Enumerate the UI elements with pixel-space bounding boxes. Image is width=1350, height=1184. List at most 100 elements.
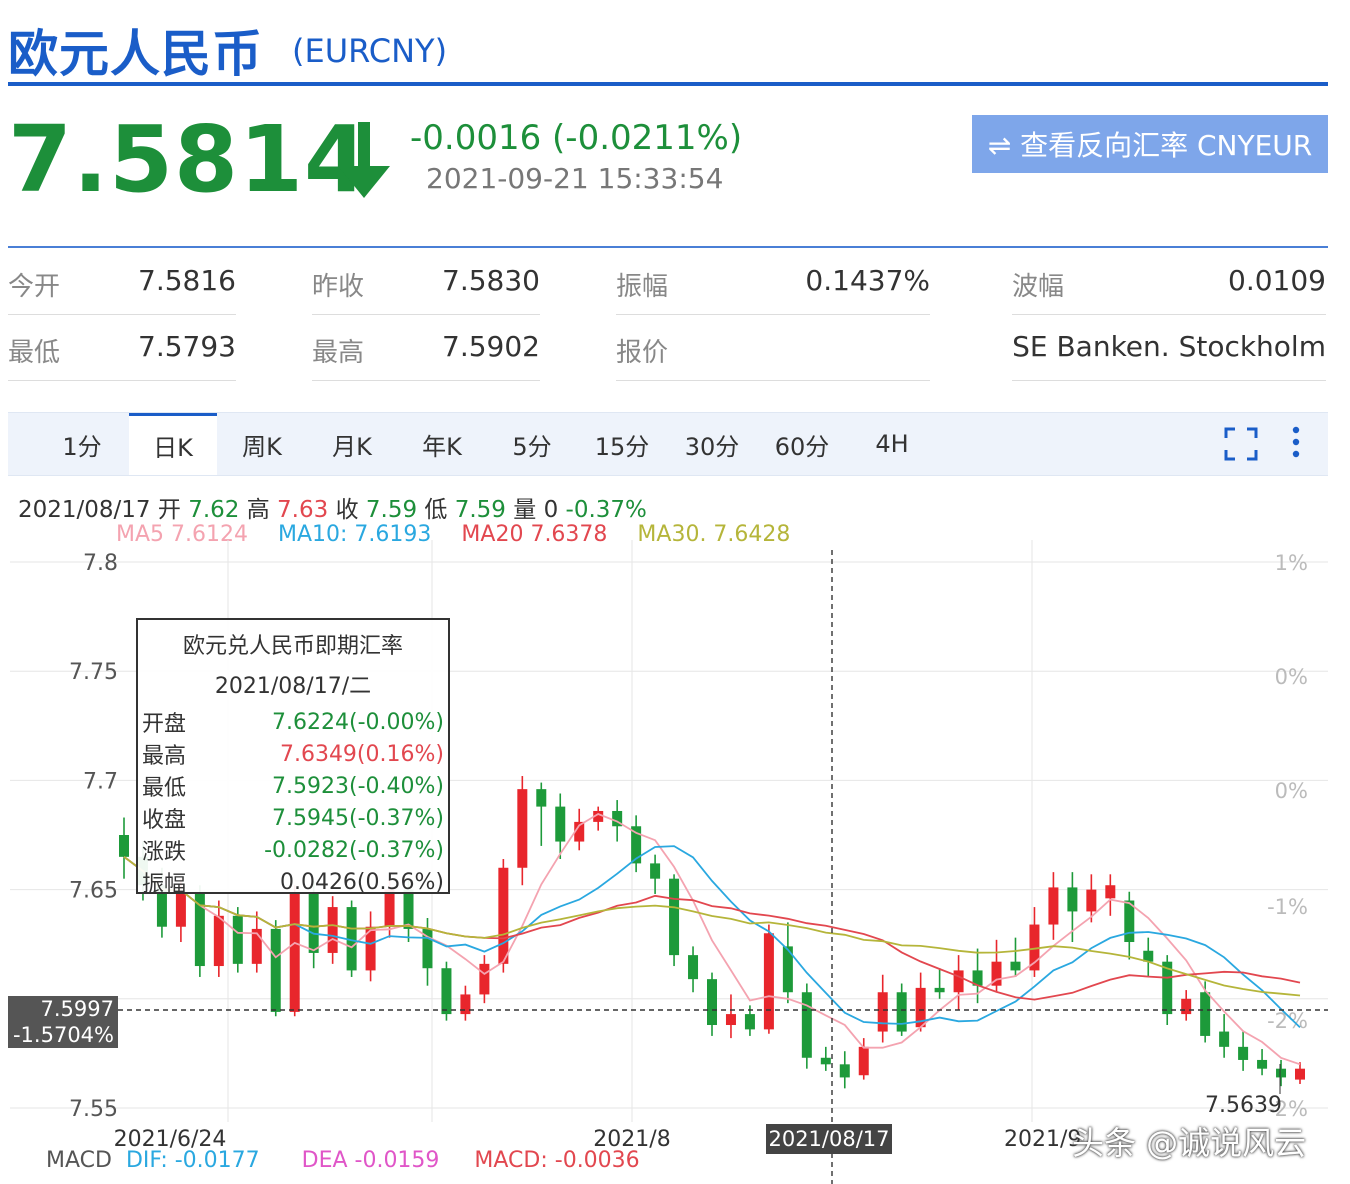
tab-6[interactable]: 15分 xyxy=(578,413,666,475)
candle-body xyxy=(1067,887,1078,912)
open-value: 7.62 xyxy=(188,497,240,523)
tooltip-row-label: 最低 xyxy=(142,776,187,801)
candle-body xyxy=(327,907,338,953)
candle-body xyxy=(1010,961,1021,971)
high-label: 高 xyxy=(246,497,270,523)
candle-body xyxy=(498,867,509,964)
reverse-rate-button[interactable]: ⇌ 查看反向汇率 CNYEUR xyxy=(972,115,1328,173)
candle-body xyxy=(688,955,699,980)
cursor-date-label: 2021/08/17 xyxy=(766,1124,892,1154)
tab-1[interactable]: 日K xyxy=(129,413,217,475)
candle-body xyxy=(555,806,566,842)
volume-label: 量 xyxy=(513,497,537,523)
candle-body xyxy=(744,1014,755,1030)
candle-body xyxy=(1181,998,1192,1015)
tab-9[interactable]: 4H xyxy=(848,413,936,475)
candle-body xyxy=(479,963,490,995)
candle-tooltip: 欧元兑人民币即期汇率 2021/08/17/二 开盘 7.6224(-0.00%)… xyxy=(136,618,450,897)
y-tick-label: 7.8 xyxy=(83,551,118,576)
tooltip-row-label: 最高 xyxy=(142,744,187,769)
macd-legend: MACD DIF: -0.0177 DEA -0.0159 MACD: -0.0… xyxy=(46,1148,640,1173)
pct-tick-label: 0% xyxy=(1275,665,1308,689)
macd-value: MACD: -0.0036 xyxy=(474,1148,640,1173)
stat-divider xyxy=(8,314,236,315)
pct-tick-label: -1% xyxy=(1267,895,1308,919)
candle-body xyxy=(1238,1046,1249,1060)
tooltip-row-label: 涨跌 xyxy=(142,840,187,865)
candle-body xyxy=(1105,885,1116,899)
pct-tick-label: 0% xyxy=(1275,779,1308,803)
stat-divider xyxy=(312,314,540,315)
fullscreen-icon[interactable] xyxy=(1224,427,1258,461)
candle-body xyxy=(1086,889,1097,912)
candle-body xyxy=(801,992,812,1058)
tooltip-row-value: 0.0426(0.56%) xyxy=(279,869,444,895)
pct-tick-label: -2% xyxy=(1267,1009,1308,1033)
tooltip-row: 收盘 7.5945(-0.37%) xyxy=(138,802,448,834)
candle-body xyxy=(839,1064,850,1078)
tab-5[interactable]: 5分 xyxy=(488,413,576,475)
cursor-price-value: 7.5997 xyxy=(40,997,114,1021)
candle-body xyxy=(536,789,547,807)
candle-body xyxy=(517,789,528,868)
candle-body xyxy=(460,994,471,1015)
tab-0[interactable]: 1分 xyxy=(38,413,126,475)
tab-3[interactable]: 月K xyxy=(308,413,396,475)
candle-body xyxy=(1200,992,1211,1036)
macd-dea: DEA -0.0159 xyxy=(301,1148,440,1173)
tab-8[interactable]: 60分 xyxy=(758,413,846,475)
stat-divider xyxy=(616,314,930,315)
close-label: 收 xyxy=(335,497,359,523)
more-vertical-icon[interactable] xyxy=(1288,425,1304,461)
y-tick-label: 7.7 xyxy=(83,769,118,794)
tooltip-row-value: 7.5923(-0.40%) xyxy=(272,773,444,799)
stat-label: 报价 xyxy=(616,338,669,368)
page-title: 欧元人民币 xyxy=(8,25,263,83)
candle-body xyxy=(953,970,964,993)
stat-value: 7.5902 xyxy=(442,330,540,363)
candle-body xyxy=(934,987,945,993)
tooltip-row: 最高 7.6349(0.16%) xyxy=(138,738,448,770)
tab-2[interactable]: 周K xyxy=(218,413,306,475)
x-tick-label: 2021/9 xyxy=(1004,1127,1081,1152)
title-divider xyxy=(8,82,1328,86)
reverse-rate-label: ⇌ 查看反向汇率 CNYEUR xyxy=(987,129,1313,162)
candle-body xyxy=(650,863,661,879)
tab-4[interactable]: 年K xyxy=(398,413,486,475)
ohlc-summary: 2021/08/17 开 7.62 高 7.63 收 7.59 低 7.59 量… xyxy=(18,490,647,524)
candle-body xyxy=(896,992,907,1032)
candle-body xyxy=(820,1057,831,1065)
stats-divider xyxy=(8,246,1328,248)
candle-body xyxy=(1048,887,1059,925)
tooltip-row: 振幅 0.0426(0.56%) xyxy=(138,866,448,898)
volume-value: 0 xyxy=(543,497,559,523)
high-value: 7.63 xyxy=(277,497,329,523)
macd-dif: DIF: -0.0177 xyxy=(125,1148,260,1173)
candle-body xyxy=(669,878,680,956)
candle-body xyxy=(1295,1068,1305,1080)
y-tick-label: 7.55 xyxy=(69,1097,118,1122)
stat-divider xyxy=(312,380,540,381)
stat-value: SE Banken. Stockholm xyxy=(1012,330,1326,363)
pct-tick-label: 1% xyxy=(1275,551,1308,575)
candle-body xyxy=(289,893,300,1012)
candle-body xyxy=(441,968,452,1015)
cursor-price-label: 7.5997 -1.5704% xyxy=(8,996,118,1048)
candle-body xyxy=(707,979,717,1026)
tooltip-row-label: 收盘 xyxy=(142,808,187,833)
ohlc-date: 2021/08/17 xyxy=(18,497,151,523)
cursor-pct-value: -1.5704% xyxy=(12,1023,114,1047)
tab-7[interactable]: 30分 xyxy=(668,413,756,475)
pct-change: -0.37% xyxy=(565,497,647,523)
stat-divider xyxy=(1012,314,1326,315)
low-label: 低 xyxy=(424,497,448,523)
min-price-label: 7.5639 xyxy=(1205,1093,1282,1118)
period-tabbar: 1分 日K 周K 月K 年K 5分 15分 30分 60分 4H xyxy=(8,412,1328,476)
stat-divider xyxy=(1012,380,1326,381)
candle-body xyxy=(119,835,129,857)
close-value: 7.59 xyxy=(365,497,418,523)
stat-value: 0.1437% xyxy=(805,264,930,297)
candle-body xyxy=(763,933,774,1030)
stat-value: 0.0109 xyxy=(1228,264,1326,297)
symbol-code: (EURCNY) xyxy=(292,32,448,70)
